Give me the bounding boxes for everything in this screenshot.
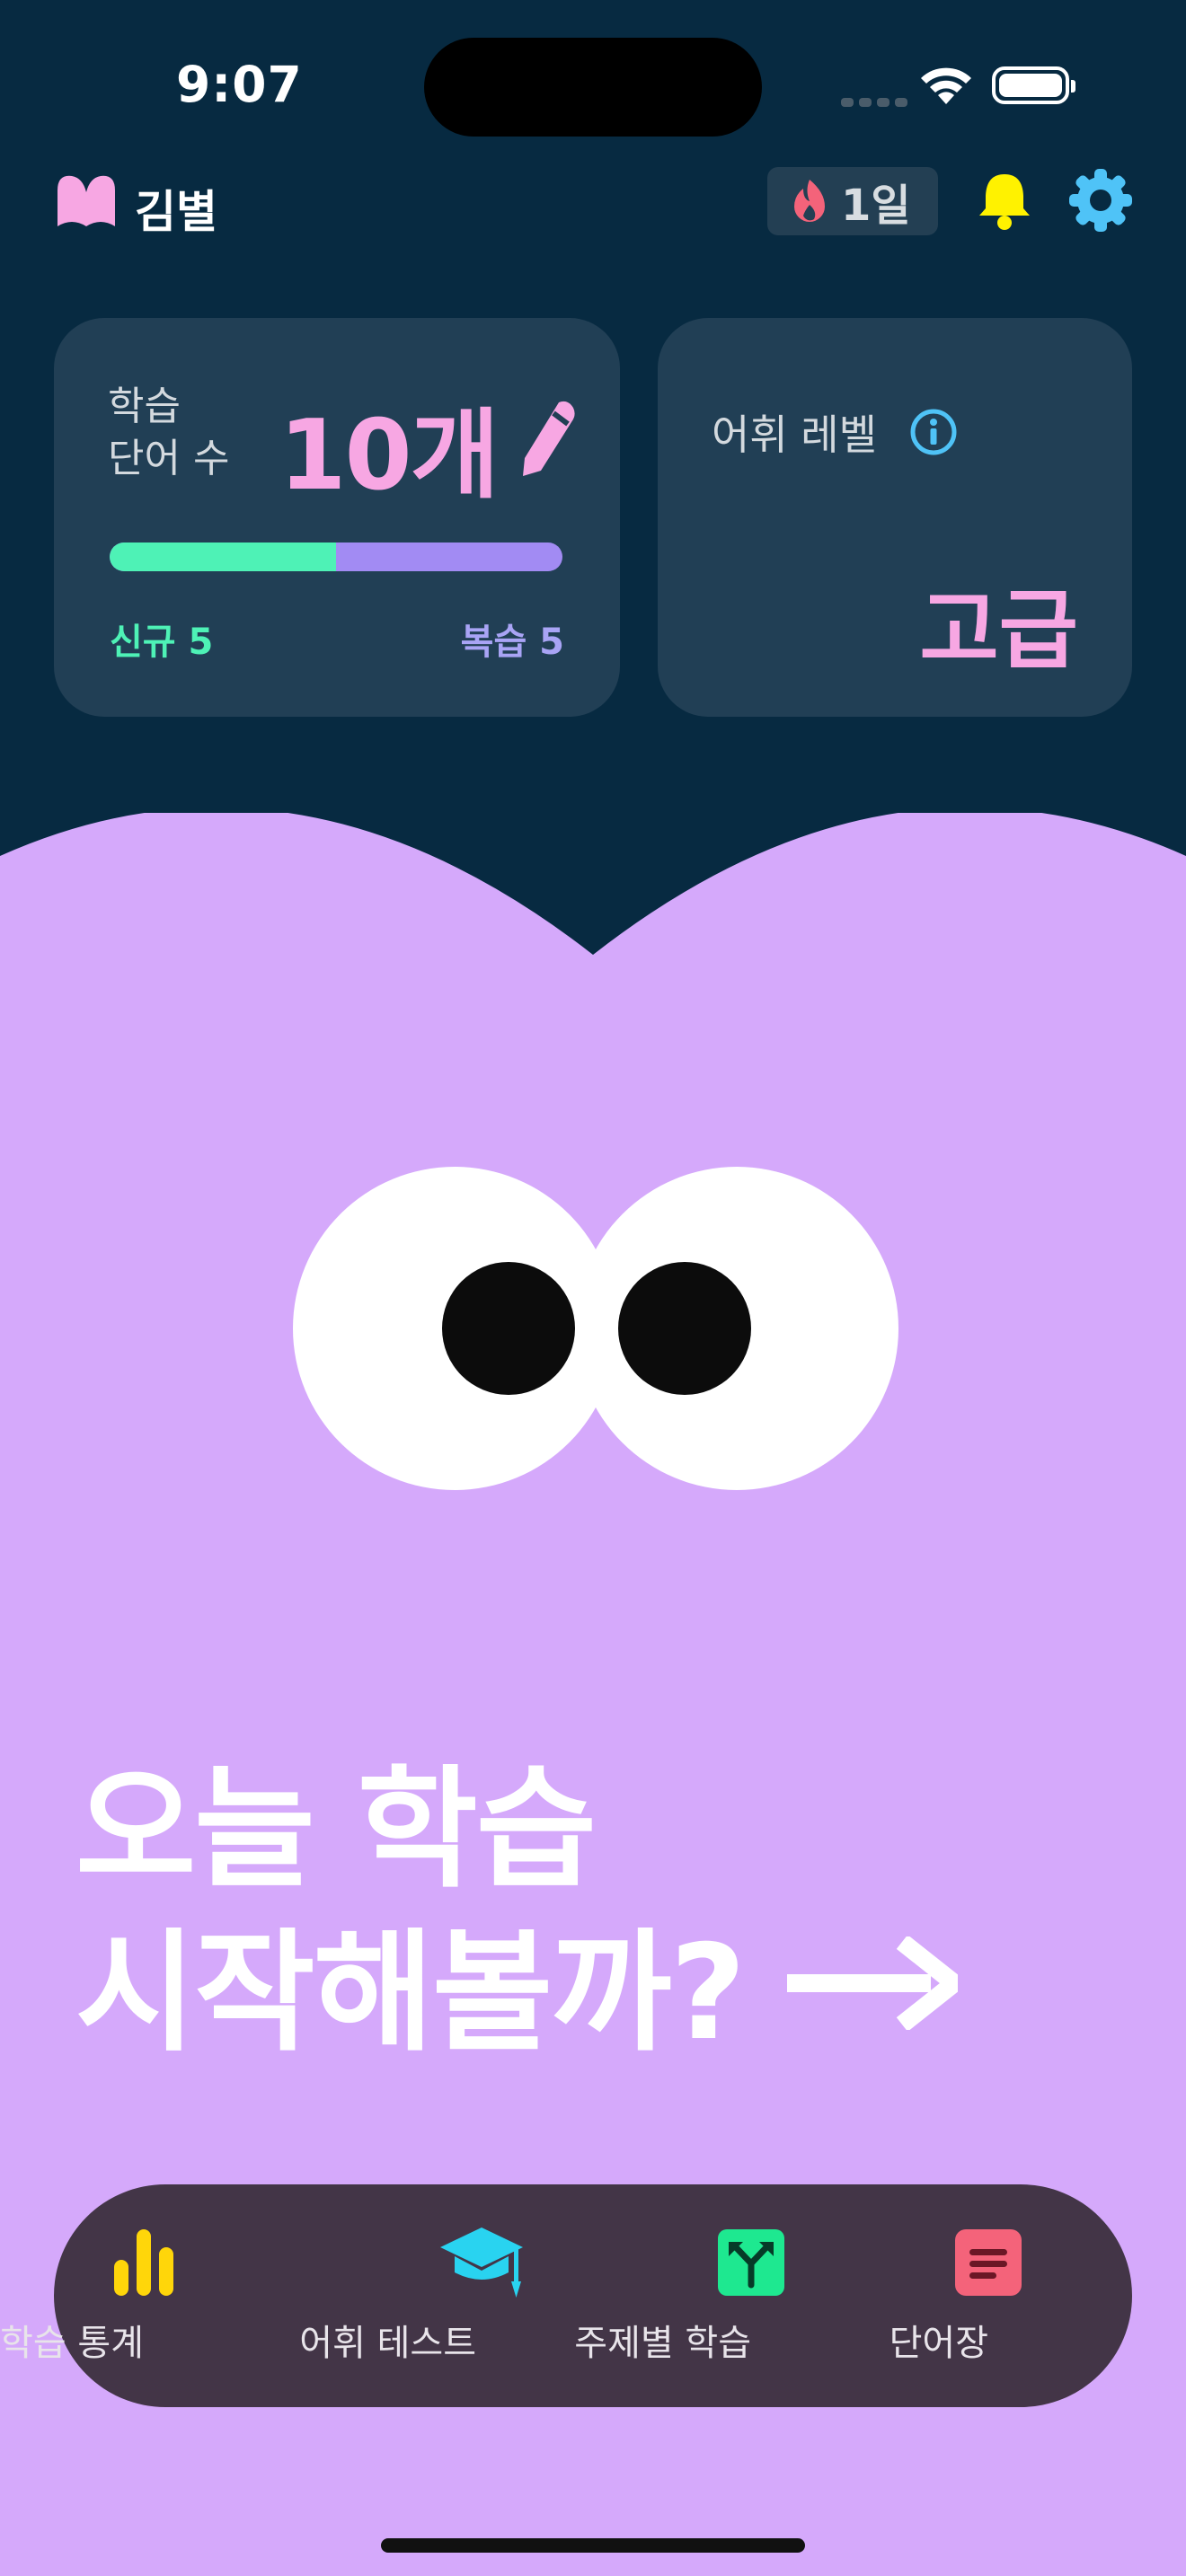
study-words-count: 10개 [279, 400, 500, 512]
nav-label-topic-study: 주제별 학습 [574, 2323, 751, 2364]
wifi-icon [921, 67, 971, 104]
vocab-level-value: 고급 [919, 580, 1078, 681]
study-progress-bar [110, 543, 562, 571]
status-time: 9:07 [176, 56, 303, 113]
vocab-level-label: 어휘 레벨 [712, 410, 877, 459]
username[interactable]: 김별 [135, 176, 217, 241]
nav-label-vocab-test: 어휘 테스트 [299, 2323, 476, 2364]
new-words-label: 신규 5 [110, 622, 214, 663]
study-words-label: 학습 단어 수 [108, 384, 230, 481]
edit-pencil-icon[interactable] [518, 399, 579, 478]
cta-line2: 시작해볼까? [75, 1917, 746, 2069]
cta-line1: 오늘 학습 [75, 1753, 597, 1906]
info-icon[interactable] [909, 408, 958, 456]
nav-label-wordbook: 단어장 [889, 2323, 988, 2364]
nav-label-stats: 학습 통계 [0, 2323, 145, 2364]
vocab-level-card[interactable]: 어휘 레벨 고급 [658, 318, 1132, 717]
character-head-shape [0, 813, 1186, 1010]
study-words-card[interactable]: 학습 단어 수 10개 신규 5 복습 5 [54, 318, 620, 717]
new-words-progress [110, 543, 336, 571]
flame-icon [794, 180, 825, 222]
review-words-label: 복습 5 [460, 622, 564, 663]
character-eyes [293, 1167, 898, 1490]
cellular-signal-icon [841, 93, 913, 110]
notebook-icon [955, 2229, 1022, 2296]
split-arrows-icon [718, 2229, 784, 2296]
home-indicator[interactable] [381, 2538, 805, 2553]
dynamic-island [424, 38, 762, 137]
streak-badge[interactable]: 1일 [767, 167, 938, 235]
app-logo-icon [58, 175, 115, 226]
graduation-cap-icon [440, 2228, 523, 2298]
bar-chart-icon [114, 2229, 173, 2296]
battery-icon [992, 66, 1075, 104]
settings-gear-icon[interactable] [1069, 169, 1132, 232]
streak-count: 1일 [841, 181, 911, 231]
bottom-nav: 학습 통계 어휘 테스트 주제별 학습 단어장 [0, 2184, 1132, 2407]
bell-icon[interactable] [978, 171, 1031, 230]
arrow-right-icon[interactable] [787, 1936, 958, 2030]
start-study-cta[interactable]: 오늘 학습 시작해볼까? [75, 1748, 746, 2075]
